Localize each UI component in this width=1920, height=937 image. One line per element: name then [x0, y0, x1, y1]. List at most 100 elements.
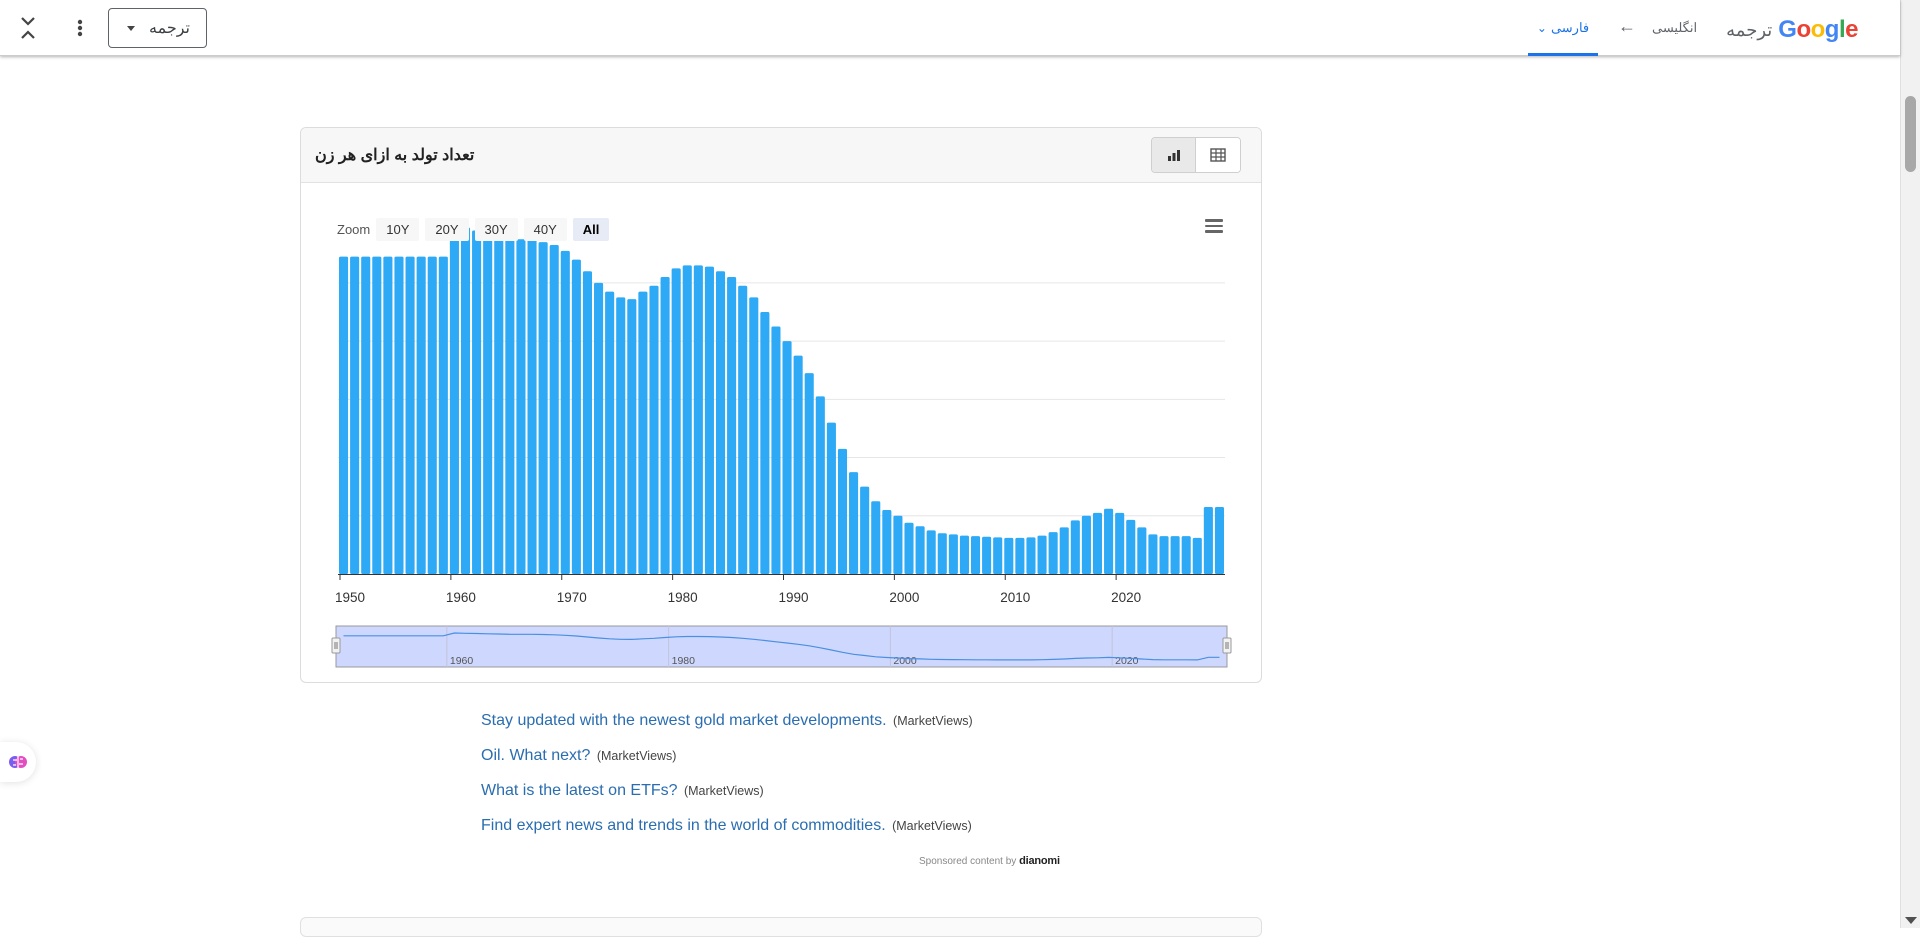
zoom-40y-button[interactable]: 40Y: [523, 218, 567, 241]
bar: [1092, 512, 1103, 574]
brain-widget-button[interactable]: [0, 742, 36, 782]
translate-title: ترجمه: [1726, 19, 1773, 40]
bar: [970, 536, 981, 574]
chevron-down-icon: ⌄: [1536, 21, 1547, 35]
bar: [627, 299, 637, 574]
bar: [1159, 536, 1169, 574]
bar: [350, 256, 360, 574]
bar: [516, 239, 526, 575]
bar: [871, 501, 881, 574]
bar: [549, 245, 559, 574]
bar: [1104, 508, 1114, 574]
dianomi-logo[interactable]: dianomi: [1019, 855, 1060, 867]
bar: [372, 256, 382, 574]
bar: [460, 227, 471, 574]
bar: [1059, 527, 1069, 574]
sponsored-links: Stay updated with the newest gold market…: [481, 710, 973, 850]
bar: [494, 236, 504, 574]
caret-down-icon: [127, 26, 135, 31]
zoom-30y-button[interactable]: 30Y: [474, 218, 518, 241]
bar: [793, 355, 803, 574]
zoom-10y-button[interactable]: 10Y: [376, 218, 420, 241]
bar: [1048, 532, 1058, 574]
more-options-icon[interactable]: [72, 14, 88, 42]
bar: [682, 265, 692, 574]
bar: [915, 526, 925, 574]
bar: [1026, 537, 1036, 574]
translate-bar: ترجمه ⌄ فارسی ← انگلیسی ترجمه Google: [0, 0, 1900, 56]
chart-area: 1950 1960 1970 1980 1990 2000 2010 2020 1960 1980…: [331, 224, 1232, 668]
page-scrollbar[interactable]: [1900, 0, 1920, 928]
bar: [982, 536, 992, 574]
zoom-controls: Zoom 10Y 20Y 30Y 40Y All: [337, 218, 610, 241]
bar: [671, 268, 681, 574]
sponsored-footer: Sponsored content by dianomi: [919, 855, 1060, 867]
sponsored-link-text[interactable]: Find expert news and trends in the world…: [481, 817, 886, 834]
sponsored-link[interactable]: Find expert news and trends in the world…: [481, 815, 973, 837]
bar: [1115, 512, 1125, 574]
bar: [660, 277, 670, 574]
bar: [693, 265, 703, 574]
sponsored-link-text[interactable]: Stay updated with the newest gold market…: [481, 712, 887, 729]
bar: [704, 266, 714, 574]
zoom-label: Zoom: [337, 222, 371, 237]
zoom-20y-button[interactable]: 20Y: [425, 218, 469, 241]
bar: [1203, 507, 1213, 574]
collapse-icon[interactable]: [16, 14, 40, 42]
sponsored-link-source: (MarketViews): [683, 784, 764, 798]
bar: [804, 373, 814, 574]
x-tick-label: 2000: [889, 590, 919, 605]
arrow-left-icon: ←: [1618, 16, 1636, 36]
zoom-all-button[interactable]: All: [572, 218, 610, 241]
bar: [394, 256, 404, 574]
navigator-tick-label: 1960: [450, 655, 474, 667]
bar: [993, 537, 1003, 574]
bar: [860, 486, 870, 574]
bar: [594, 282, 604, 574]
bar: [1214, 507, 1224, 574]
scroll-down-arrow-icon[interactable]: [1905, 917, 1917, 924]
next-card: [300, 917, 1262, 937]
bar: [837, 448, 848, 574]
chart-menu-icon[interactable]: [1205, 219, 1223, 233]
bar: [638, 291, 648, 574]
bar: [1192, 537, 1202, 574]
target-language-label: فارسی: [1550, 20, 1590, 35]
sponsored-link-text[interactable]: What is the latest on ETFs?: [481, 782, 678, 799]
scrollbar-thumb[interactable]: [1905, 96, 1916, 172]
navigator-tick-label: 2000: [893, 655, 917, 667]
bar: [339, 256, 349, 574]
bar: [449, 224, 459, 574]
bar: [1004, 537, 1014, 574]
bar: [771, 326, 781, 574]
bar: [815, 396, 825, 574]
bar: [904, 522, 914, 574]
sponsored-link-text[interactable]: Oil. What next?: [481, 747, 590, 764]
bar: [1170, 536, 1180, 574]
navigator-right-handle: [1222, 637, 1232, 654]
bar: [483, 233, 493, 574]
x-tick-label: 1950: [335, 590, 365, 605]
bar: [416, 256, 426, 574]
translate-dropdown[interactable]: ترجمه: [108, 8, 207, 48]
bar: [361, 256, 371, 574]
bar: [959, 535, 969, 574]
x-tick-label: 1970: [557, 590, 587, 605]
sponsored-link[interactable]: Stay updated with the newest gold market…: [481, 710, 973, 732]
bar: [882, 509, 892, 574]
source-language-label[interactable]: انگلیسی: [1652, 20, 1697, 36]
bar: [438, 256, 448, 574]
bar: [948, 534, 958, 574]
target-language-tab[interactable]: ⌄ فارسی: [1528, 0, 1598, 56]
brain-icon: [9, 756, 27, 768]
bar: [727, 277, 737, 574]
bar: [715, 271, 726, 574]
sponsored-link[interactable]: Oil. What next? (MarketViews): [481, 745, 973, 767]
bar: [893, 515, 903, 574]
bar: [649, 285, 659, 574]
bar: [571, 259, 581, 574]
sponsored-link[interactable]: What is the latest on ETFs? (MarketViews…: [481, 780, 973, 802]
bar: [926, 530, 936, 574]
bar: [527, 239, 537, 575]
bar: [383, 256, 393, 574]
